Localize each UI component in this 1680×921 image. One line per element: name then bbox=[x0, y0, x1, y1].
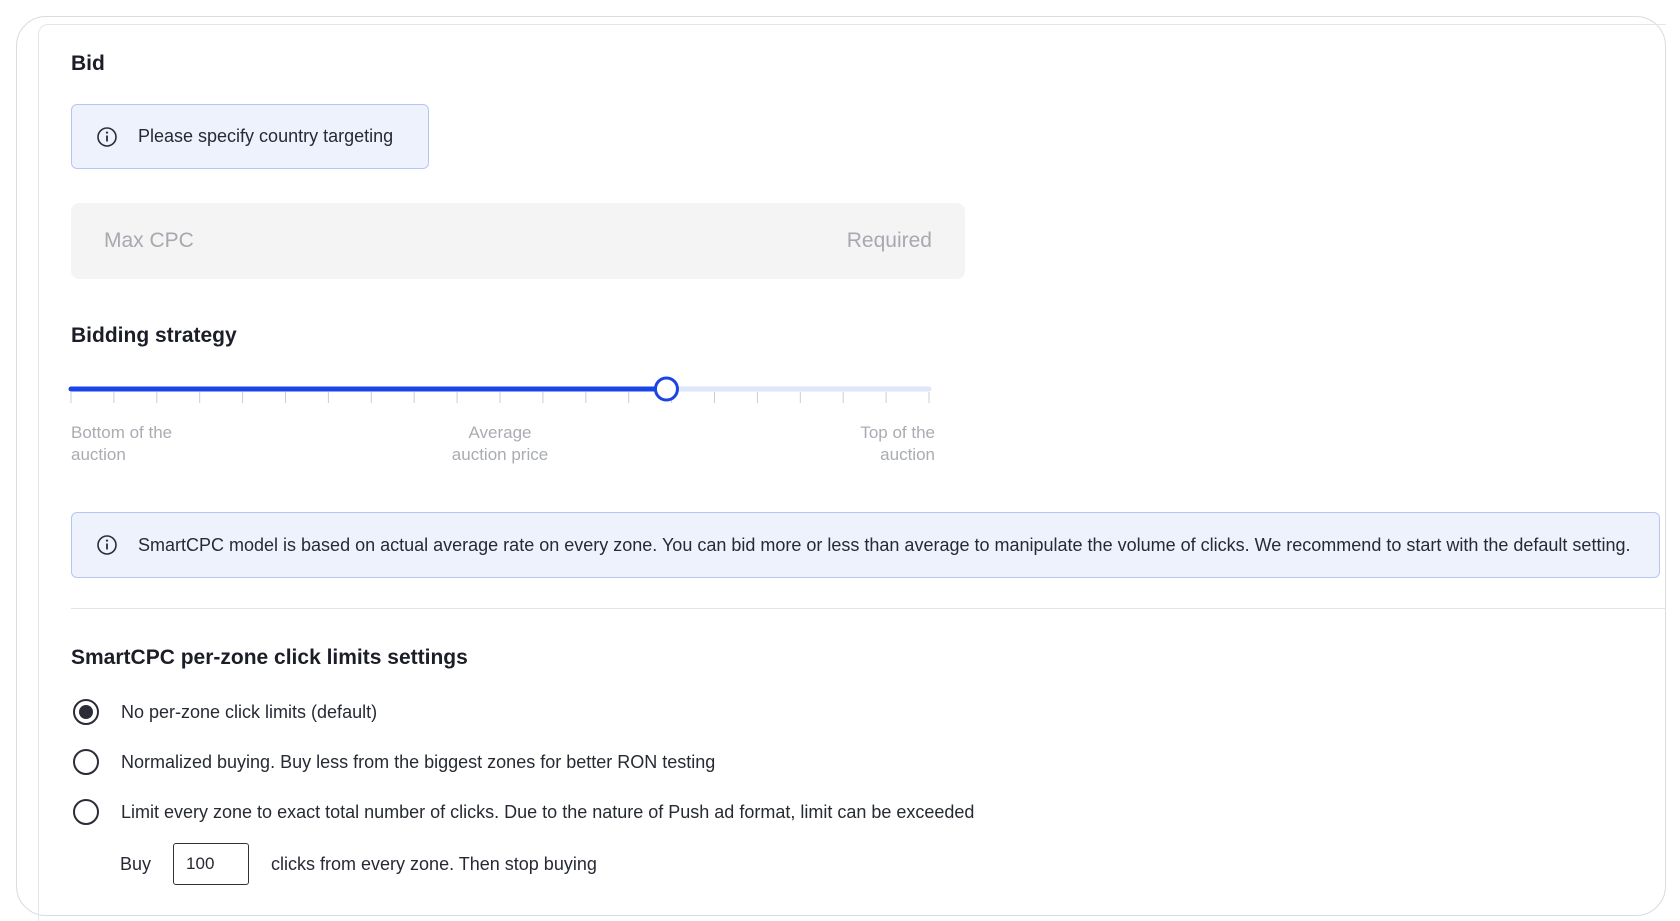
max-cpc-field[interactable]: Max CPC Required bbox=[71, 203, 965, 279]
buy-prefix-label: Buy bbox=[120, 853, 152, 874]
click-limits-heading: SmartCPC per-zone click limits settings bbox=[71, 646, 468, 669]
bidding-strategy-heading: Bidding strategy bbox=[71, 324, 237, 347]
radio-button[interactable] bbox=[73, 699, 99, 725]
slider-label-low-line2: auction bbox=[71, 445, 126, 464]
slider-label-low-line1: Bottom of the bbox=[71, 423, 173, 442]
slider-label-high-line1: Top of the bbox=[860, 423, 935, 442]
section-divider bbox=[71, 608, 1666, 609]
radio-label: Normalized buying. Buy less from the big… bbox=[121, 751, 716, 772]
bid-heading: Bid bbox=[71, 52, 105, 75]
buy-clicks-row: Buy clicks from every zone. Then stop bu… bbox=[120, 843, 597, 885]
radio-selected-dot bbox=[79, 705, 93, 719]
radio-option-limit-every-zone[interactable]: Limit every zone to exact total number o… bbox=[73, 799, 974, 825]
slider-label-high: Top of the auction bbox=[735, 422, 935, 466]
country-targeting-notice-text: Please specify country targeting bbox=[138, 126, 394, 146]
info-icon bbox=[97, 126, 117, 147]
radio-option-normalized-buying[interactable]: Normalized buying. Buy less from the big… bbox=[73, 749, 715, 775]
slider-label-mid-line1: Average bbox=[468, 423, 532, 442]
slider-thumb[interactable] bbox=[653, 376, 679, 402]
smartcpc-info-notice: SmartCPC model is based on actual averag… bbox=[71, 512, 1660, 578]
smartcpc-info-text: SmartCPC model is based on actual averag… bbox=[138, 534, 1631, 555]
radio-button[interactable] bbox=[73, 749, 99, 775]
info-icon bbox=[97, 535, 117, 555]
slider-label-low: Bottom of the auction bbox=[71, 422, 172, 466]
radio-option-no-limits[interactable]: No per-zone click limits (default) bbox=[73, 699, 377, 725]
country-targeting-notice: Please specify country targeting bbox=[71, 104, 429, 169]
slider-label-mid-line2: auction price bbox=[451, 445, 549, 464]
slider-label-mid: Average auction price bbox=[400, 422, 600, 466]
radio-label: Limit every zone to exact total number o… bbox=[121, 801, 975, 822]
radio-button[interactable] bbox=[73, 799, 99, 825]
bidding-strategy-slider[interactable] bbox=[60, 370, 940, 420]
clicks-per-zone-input[interactable] bbox=[173, 843, 250, 885]
slider-label-high-line2: auction bbox=[880, 445, 935, 464]
buy-suffix-label: clicks from every zone. Then stop buying bbox=[271, 853, 597, 874]
radio-label: No per-zone click limits (default) bbox=[121, 701, 378, 722]
